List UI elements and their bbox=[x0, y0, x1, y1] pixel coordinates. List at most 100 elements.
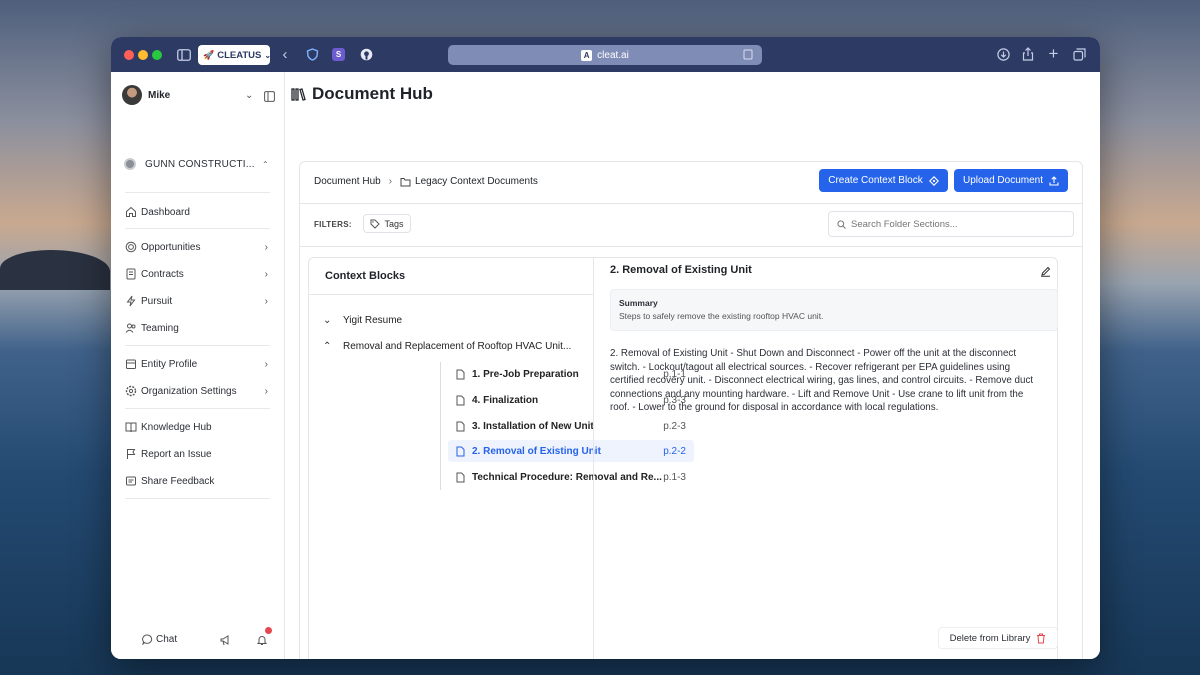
s-extension-icon[interactable]: S bbox=[332, 48, 345, 61]
sidebar-item-label: Entity Profile bbox=[141, 358, 198, 370]
chevron-updown-icon: ⌃ bbox=[262, 159, 269, 169]
sidebar-item-label: Contracts bbox=[141, 268, 184, 280]
chevron-right-icon: › bbox=[388, 176, 393, 187]
folder-hvac-removal[interactable]: ⌃ Removal and Replacement of Rooftop HVA… bbox=[323, 341, 571, 352]
header-divider bbox=[300, 203, 1082, 204]
folder-icon bbox=[400, 177, 411, 186]
trash-icon bbox=[1037, 633, 1046, 643]
doc-title: 1. Pre-Job Preparation bbox=[472, 368, 579, 380]
doc-title: 4. Finalization bbox=[472, 394, 539, 406]
edit-pencil-icon[interactable] bbox=[1040, 264, 1051, 282]
share-icon[interactable] bbox=[1022, 47, 1034, 61]
background-rock bbox=[0, 250, 110, 290]
chat-button[interactable]: Chat bbox=[142, 631, 177, 647]
maximize-window-button[interactable] bbox=[152, 50, 162, 60]
diamond-icon bbox=[928, 175, 939, 186]
chevron-down-icon: ⌄ bbox=[323, 315, 332, 326]
feedback-icon bbox=[126, 476, 136, 486]
file-icon bbox=[456, 446, 465, 456]
file-icon bbox=[456, 369, 465, 379]
new-tab-icon[interactable]: + bbox=[1047, 44, 1060, 63]
target-icon bbox=[125, 241, 137, 253]
page-title: Document Hub bbox=[312, 84, 433, 103]
summary-label: Summary bbox=[619, 298, 658, 308]
summary-box: Summary Steps to safely remove the exist… bbox=[610, 289, 1058, 331]
sidebar-item-dashboard[interactable]: Dashboard bbox=[125, 201, 270, 223]
doc-title: 2. Removal of Existing Unit bbox=[472, 445, 601, 457]
sidebar-item-label: Opportunities bbox=[141, 241, 201, 253]
chevron-right-icon: › bbox=[264, 385, 268, 397]
delete-from-library-button[interactable]: Delete from Library bbox=[938, 627, 1058, 649]
sidebar-item-teaming[interactable]: Teaming bbox=[125, 317, 270, 339]
users-icon bbox=[125, 323, 136, 333]
collapse-sidebar-icon[interactable] bbox=[264, 89, 275, 107]
sidebar-divider bbox=[125, 192, 270, 193]
search-icon bbox=[837, 219, 846, 229]
summary-text: Steps to safely remove the existing roof… bbox=[619, 311, 824, 321]
sidebar-item-opportunities[interactable]: Opportunities › bbox=[125, 236, 270, 258]
upload-icon bbox=[1049, 175, 1059, 186]
library-icon bbox=[291, 87, 306, 101]
sidebar-toggle-icon[interactable] bbox=[177, 48, 191, 61]
sidebar-item-report-issue[interactable]: Report an Issue bbox=[125, 443, 270, 465]
profile-switcher[interactable]: 🚀 CLEATUS ⌄ bbox=[198, 45, 272, 65]
user-menu[interactable]: Mike ⌄ bbox=[122, 84, 275, 107]
lightning-icon bbox=[126, 295, 136, 307]
sidebar-item-label: Knowledge Hub bbox=[141, 421, 212, 433]
address-bar[interactable]: A cleat.ai bbox=[448, 45, 762, 65]
file-icon bbox=[456, 472, 465, 482]
sidebar-item-pursuit[interactable]: Pursuit › bbox=[125, 290, 270, 312]
gear-icon bbox=[125, 385, 137, 397]
folder-yigit-resume[interactable]: ⌄ Yigit Resume bbox=[323, 315, 402, 326]
close-window-button[interactable] bbox=[124, 50, 134, 60]
breadcrumb-current[interactable]: Legacy Context Documents bbox=[415, 176, 538, 187]
sidebar-item-organization-settings[interactable]: Organization Settings › bbox=[125, 380, 270, 402]
sidebar-divider bbox=[125, 228, 270, 229]
sidebar-divider bbox=[125, 408, 270, 409]
flag-icon bbox=[127, 449, 136, 459]
bell-icon[interactable] bbox=[256, 633, 268, 651]
sidebar-item-knowledge-hub[interactable]: Knowledge Hub bbox=[125, 416, 270, 438]
breadcrumb-root[interactable]: Document Hub bbox=[314, 176, 381, 187]
tag-icon bbox=[370, 219, 381, 229]
github-icon[interactable] bbox=[360, 48, 373, 61]
sidebar-item-entity-profile[interactable]: Entity Profile › bbox=[125, 353, 270, 375]
sidebar-item-label: Dashboard bbox=[141, 206, 190, 218]
building-icon bbox=[126, 359, 136, 369]
chat-label: Chat bbox=[156, 633, 178, 645]
profile-label: CLEATUS bbox=[217, 49, 262, 61]
search-box[interactable] bbox=[828, 211, 1074, 237]
megaphone-icon[interactable] bbox=[219, 633, 231, 651]
page-header: Document Hub bbox=[291, 84, 433, 104]
chat-icon bbox=[142, 634, 153, 645]
delete-button-label: Delete from Library bbox=[949, 632, 1031, 644]
reader-icon[interactable] bbox=[743, 49, 753, 60]
org-switcher[interactable]: GUNN CONSTRUCTI... ⌃ bbox=[124, 156, 274, 172]
download-icon[interactable] bbox=[997, 48, 1010, 61]
upload-document-button[interactable]: Upload Document bbox=[954, 169, 1068, 192]
tags-filter-button[interactable]: Tags bbox=[363, 214, 411, 233]
tree-guide-line bbox=[440, 362, 441, 490]
home-icon bbox=[126, 206, 136, 217]
sidebar-item-label: Report an Issue bbox=[141, 448, 212, 460]
chevron-right-icon: › bbox=[264, 241, 268, 253]
chevron-right-icon: › bbox=[264, 358, 268, 370]
sidebar-item-label: Organization Settings bbox=[141, 385, 237, 397]
url-text: cleat.ai bbox=[597, 49, 629, 61]
sidebar-item-contracts[interactable]: Contracts › bbox=[125, 263, 270, 285]
sidebar-divider bbox=[125, 345, 270, 346]
org-logo bbox=[124, 158, 136, 170]
sidebar-item-label: Share Feedback bbox=[141, 475, 215, 487]
create-context-block-button[interactable]: Create Context Block bbox=[819, 169, 948, 192]
upload-button-label: Upload Document bbox=[962, 175, 1044, 186]
chevron-down-icon: ⌄ bbox=[264, 50, 272, 60]
sidebar-divider bbox=[125, 498, 270, 499]
sidebar-item-share-feedback[interactable]: Share Feedback bbox=[125, 470, 270, 492]
sidebar: Mike ⌄ GUNN CONSTRUCTI... ⌃ Dashboard Op… bbox=[111, 72, 285, 659]
back-icon[interactable]: ‹ bbox=[278, 46, 292, 63]
search-input[interactable] bbox=[851, 218, 1061, 230]
tab-overview-icon[interactable] bbox=[1073, 48, 1086, 61]
shield-extension-icon[interactable] bbox=[306, 48, 319, 61]
minimize-window-button[interactable] bbox=[138, 50, 148, 60]
filters-divider bbox=[300, 246, 1082, 247]
